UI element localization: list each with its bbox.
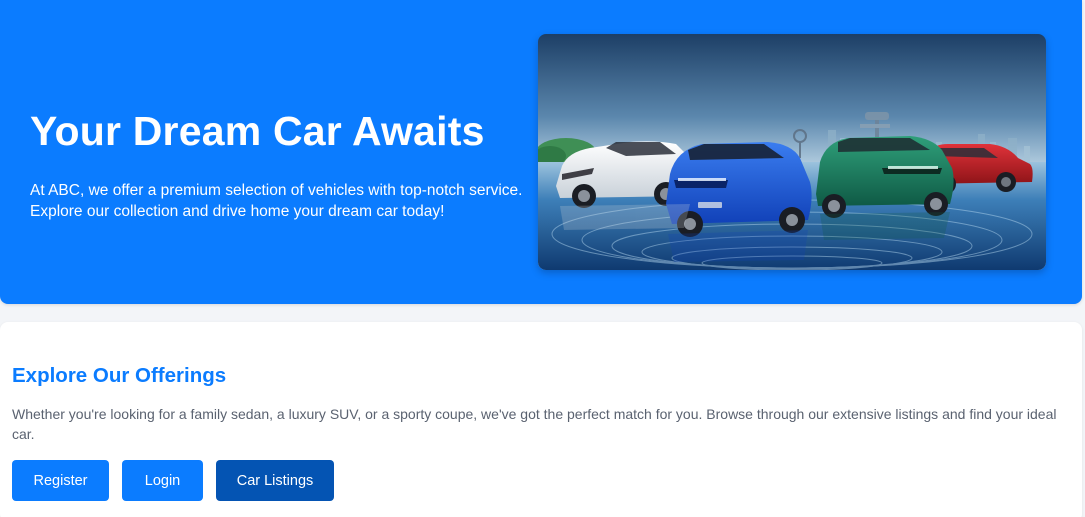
hero-description: At ABC, we offer a premium selection of … [30,182,523,220]
offerings-title: Explore Our Offerings [12,364,227,387]
hero-section: Your Dream Car Awaits At ABC, we offer a… [0,0,1082,304]
landing-page: Your Dream Car Awaits At ABC, we offer a… [0,0,1085,517]
register-button[interactable]: Register [12,460,109,501]
offerings-section: Explore Our Offerings Whether you're loo… [0,322,1082,517]
login-button[interactable]: Login [122,460,203,501]
offerings-description: Whether you're looking for a family seda… [12,406,1057,442]
hero-car-image [538,34,1046,270]
car-listings-button[interactable]: Car Listings [216,460,334,501]
hero-title: Your Dream Car Awaits [30,108,485,154]
